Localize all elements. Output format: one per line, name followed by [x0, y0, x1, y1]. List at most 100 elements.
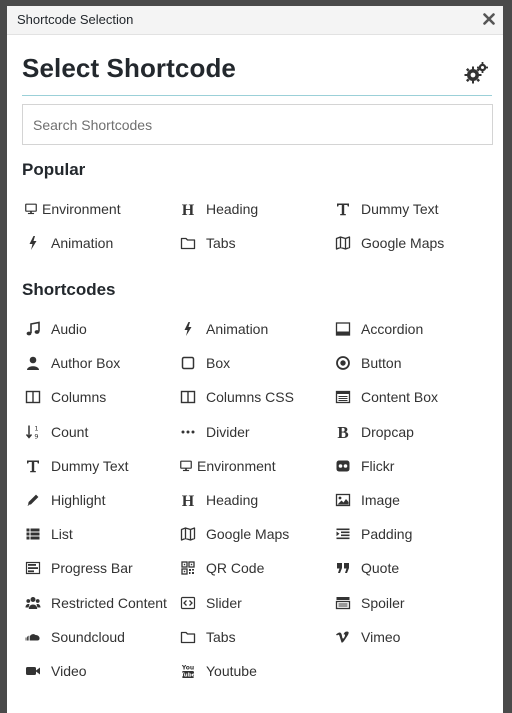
dot-circle-icon [334, 354, 352, 372]
shortcode-item-animation[interactable]: Animation [24, 232, 113, 254]
shortcode-item-youtube[interactable]: You Tube Youtube [179, 660, 257, 682]
shortcode-item-dummy-text[interactable]: Dummy Text [334, 198, 439, 220]
shortcode-item-vimeo[interactable]: Vimeo [334, 626, 400, 648]
list-box-icon [334, 388, 352, 406]
shortcode-item-label: Google Maps [361, 235, 445, 252]
map-icon [334, 234, 352, 252]
shortcode-item-columns-css[interactable]: Columns CSS [179, 386, 294, 408]
shortcode-item-tabs[interactable]: Tabs [179, 626, 236, 648]
svg-text:You: You [181, 665, 194, 672]
shortcode-item-label: Dropcap [361, 423, 414, 440]
shortcode-item-label: Columns CSS [206, 389, 294, 406]
bolt-icon [24, 234, 42, 252]
shortcode-item-padding[interactable]: Padding [334, 523, 412, 545]
settings-button[interactable] [464, 62, 488, 86]
shortcode-item-label: Box [206, 355, 231, 372]
shortcode-item-label: Youtube [206, 663, 257, 679]
music-icon [24, 320, 42, 338]
shortcode-item-author-box[interactable]: Author Box [24, 352, 120, 374]
shortcode-item-divider[interactable]: Divider [179, 421, 250, 443]
flickr-icon [334, 457, 352, 475]
shortcode-item-box[interactable]: Box [179, 352, 230, 374]
shortcode-item-heading[interactable]: H Heading [179, 198, 258, 220]
shortcode-item-label: QR Code [206, 560, 265, 577]
search-input[interactable] [22, 104, 493, 145]
shortcode-item-environment[interactable]: Environment [24, 198, 121, 220]
shortcode-item-label: Content Box [361, 389, 439, 406]
shortcode-item-list[interactable]: List [24, 523, 73, 545]
shortcode-item-label: List [51, 526, 73, 543]
shortcode-item-label: Animation [206, 321, 269, 337]
shortcode-item-progress-bar[interactable]: Progress Bar [24, 557, 133, 579]
dialog-content: Select Shortcode Search Shortcodes Popul… [7, 35, 503, 713]
shortcode-item-label: Button [361, 355, 402, 372]
shortcode-item-label: Highlight [51, 492, 106, 508]
svg-text:Tube: Tube [181, 673, 196, 679]
shortcode-item-dropcap[interactable]: B Dropcap [334, 421, 414, 443]
shortcode-item-heading[interactable]: H Heading [179, 489, 258, 511]
heading-icon: H [179, 200, 197, 218]
bold-icon: B [334, 423, 352, 441]
shortcode-item-count[interactable]: 1 9 Count [24, 421, 88, 443]
map-icon [179, 525, 197, 543]
vimeo-icon [334, 628, 352, 646]
heading-icon: H [179, 491, 197, 509]
gears-icon [464, 62, 488, 84]
shortcode-item-animation[interactable]: Animation [179, 318, 268, 340]
shortcode-item-label: Padding [361, 526, 413, 543]
shortcode-item-environment[interactable]: Environment [179, 455, 276, 477]
shortcode-item-qr-code[interactable]: QR Code [179, 557, 264, 579]
shortcode-item-video[interactable]: Video [24, 660, 87, 682]
shortcode-item-quote[interactable]: Quote [334, 557, 399, 579]
shortcode-item-label: Animation [51, 235, 114, 252]
shortcode-item-label: Heading [206, 492, 259, 508]
shortcode-item-restricted-content[interactable]: Restricted Content [24, 592, 167, 614]
shortcode-selection-dialog: Shortcode Selection Select Shortcode Sea… [7, 6, 503, 713]
shortcode-item-label: Environment [197, 457, 276, 474]
square-icon [179, 354, 197, 372]
shortcode-item-button[interactable]: Button [334, 352, 401, 374]
shortcode-item-label: Count [51, 423, 89, 440]
soundcloud-icon [24, 628, 42, 646]
list-icon [24, 525, 42, 543]
shortcode-item-google-maps[interactable]: Google Maps [179, 523, 289, 545]
shortcode-item-tabs[interactable]: Tabs [179, 232, 236, 254]
shortcode-item-label: Divider [206, 423, 250, 440]
code-icon [179, 594, 197, 612]
shortcode-item-label: Accordion [361, 321, 424, 337]
shortcode-item-image[interactable]: Image [334, 489, 400, 511]
close-icon [483, 13, 495, 25]
shortcode-item-label: Heading [206, 201, 259, 217]
svg-text:B: B [337, 424, 348, 440]
text-icon [334, 200, 352, 218]
shortcode-item-google-maps[interactable]: Google Maps [334, 232, 444, 254]
shortcode-item-label: Progress Bar [51, 560, 133, 577]
text-icon [24, 457, 42, 475]
shortcode-item-columns[interactable]: Columns [24, 386, 106, 408]
shortcode-item-accordion[interactable]: Accordion [334, 318, 423, 340]
shortcode-item-flickr[interactable]: Flickr [334, 455, 394, 477]
monitor-icon [24, 200, 38, 218]
shortcode-item-label: Flickr [361, 457, 395, 474]
svg-text:1: 1 [34, 424, 38, 432]
shortcode-item-label: Tabs [206, 235, 236, 252]
shortcode-item-label: Image [361, 492, 400, 508]
quote-icon [334, 559, 352, 577]
shortcode-item-label: Google Maps [206, 526, 290, 543]
shortcode-item-slider[interactable]: Slider [179, 592, 242, 614]
shortcode-item-soundcloud[interactable]: Soundcloud [24, 626, 125, 648]
shortcode-item-spoiler[interactable]: Spoiler [334, 592, 405, 614]
shortcode-item-audio[interactable]: Audio [24, 318, 87, 340]
dialog-title: Shortcode Selection [17, 12, 134, 27]
shortcode-item-highlight[interactable]: Highlight [24, 489, 105, 511]
accordion-icon [334, 320, 352, 338]
shortcode-item-content-box[interactable]: Content Box [334, 386, 438, 408]
shortcode-item-label: Dummy Text [51, 457, 129, 474]
close-button[interactable] [479, 9, 499, 29]
svg-text:9: 9 [34, 432, 38, 440]
ellipsis-icon [179, 423, 197, 441]
shortcode-item-label: Vimeo [361, 628, 401, 645]
heading-row: Select Shortcode [22, 50, 492, 96]
shortcode-item-dummy-text[interactable]: Dummy Text [24, 455, 129, 477]
tasks-icon [24, 559, 42, 577]
